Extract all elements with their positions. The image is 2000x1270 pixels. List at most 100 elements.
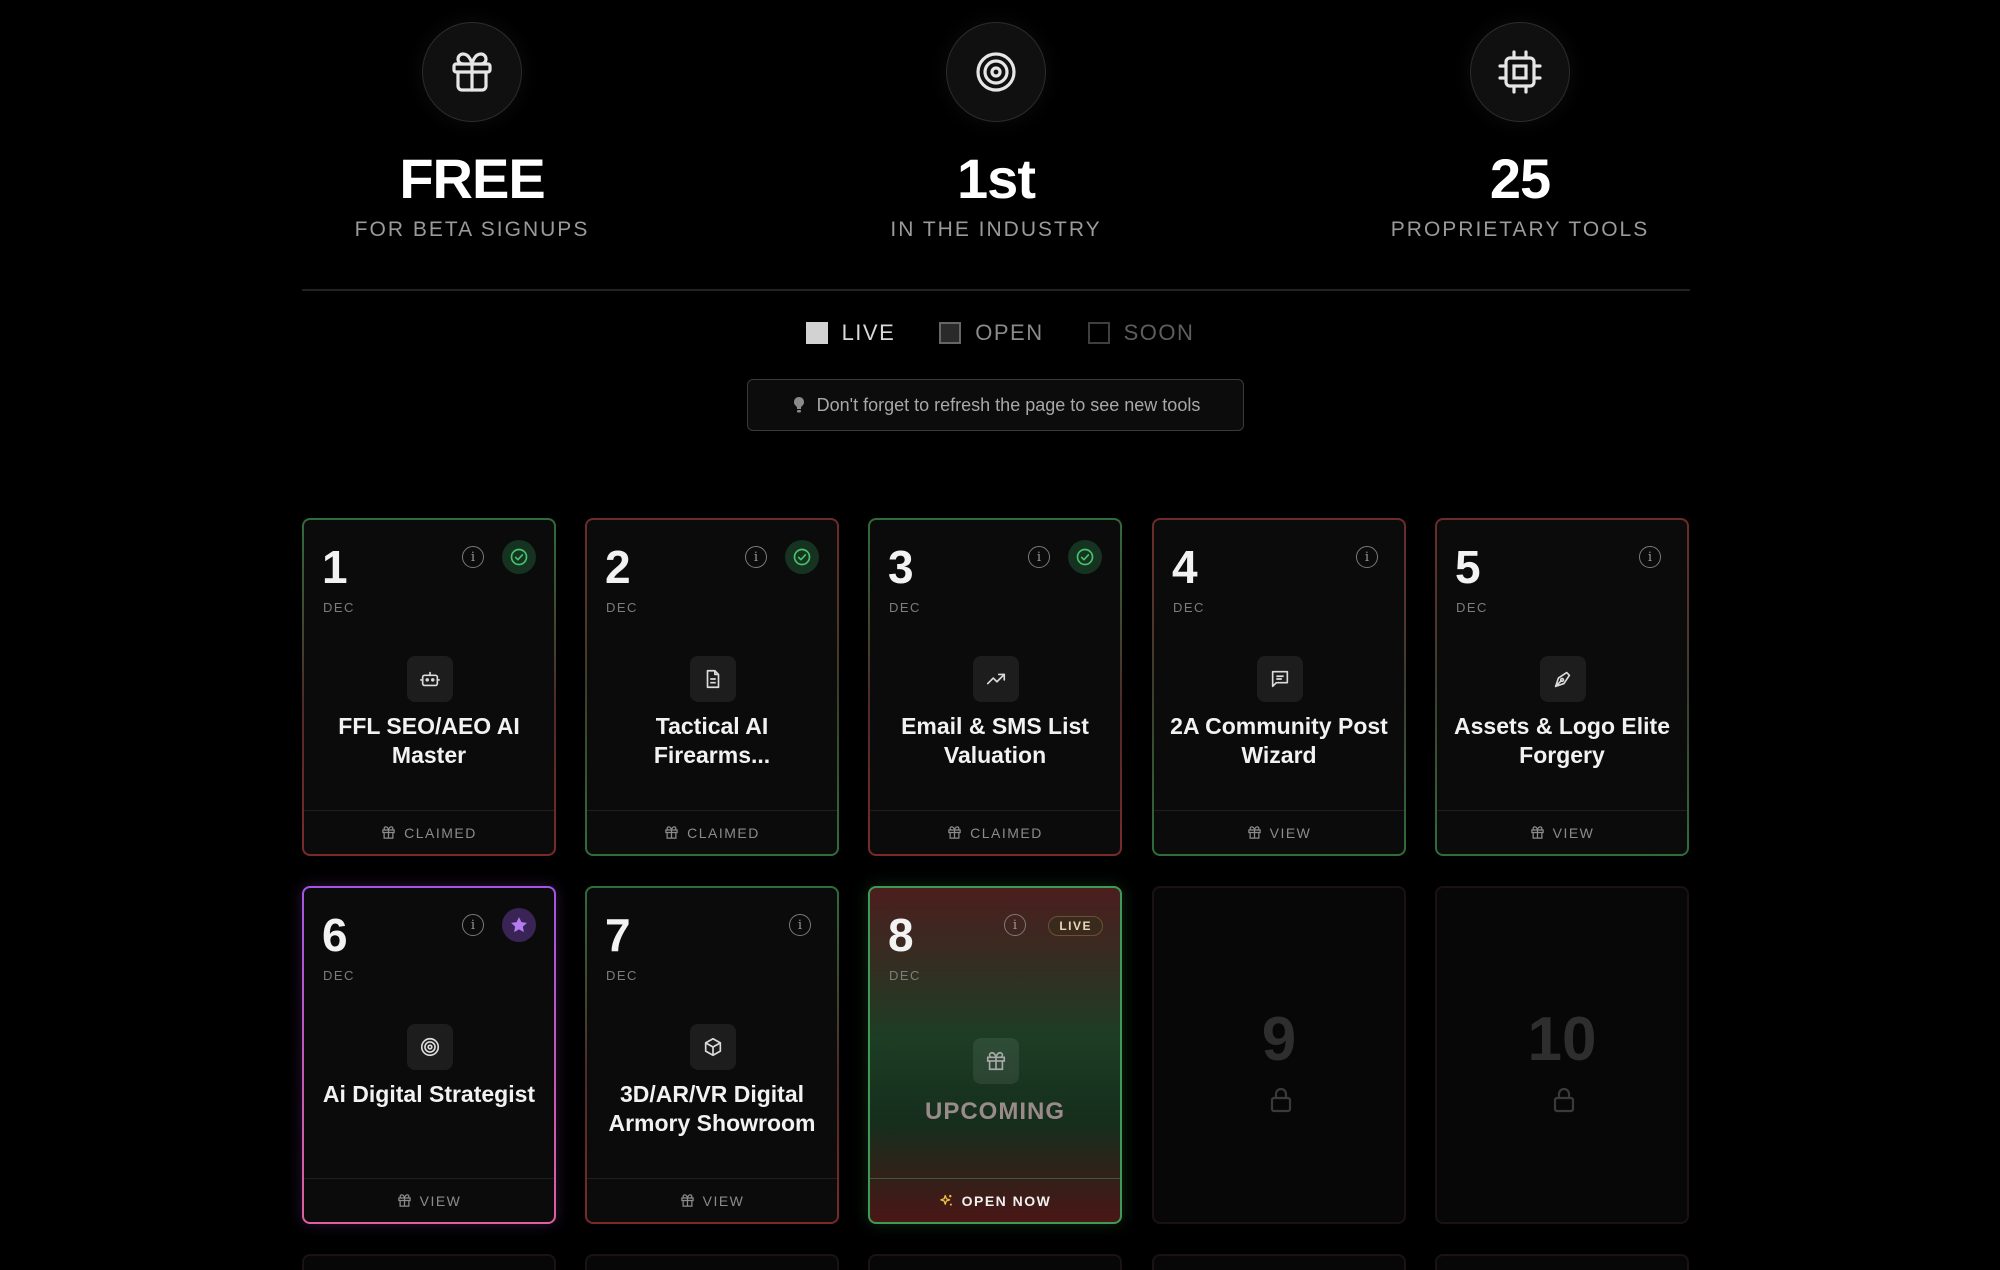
card-footer-claimed[interactable]: CLAIMED [587, 810, 837, 854]
card-footer-label: VIEW [1269, 824, 1312, 841]
card-footer-label: CLAIMED [687, 824, 760, 841]
gift-icon [422, 22, 522, 122]
stat-label: IN THE INDUSTRY [890, 218, 1102, 241]
pen-tool-icon [1540, 656, 1586, 702]
card-footer-view[interactable]: VIEW [304, 1178, 554, 1222]
lightbulb-icon [793, 397, 804, 413]
tool-card-1[interactable]: 1 DEC i FFL SEO/AEO AI Master CLAIMED [302, 518, 556, 856]
card-month: DEC [323, 600, 355, 615]
chip-icon [1470, 22, 1570, 122]
robot-icon [407, 656, 453, 702]
legend-live-label: LIVE [841, 320, 896, 345]
lock-icon [1553, 1087, 1575, 1113]
tool-card-8[interactable]: 8 DEC i LIVE UPCOMING OPEN NOW [868, 886, 1122, 1224]
card-day: 7 [605, 909, 631, 961]
trending-up-icon [973, 656, 1019, 702]
sparkles-icon [939, 1194, 952, 1206]
divider [302, 289, 1690, 291]
card-title: Assets & Logo Elite Forgery [1454, 713, 1670, 768]
target-icon [946, 22, 1046, 122]
stat-first: 1st IN THE INDUSTRY [826, 22, 1166, 242]
card-title: Ai Digital Strategist [322, 1081, 536, 1107]
refresh-notice-text: Don't forget to refresh the page to see … [816, 394, 1201, 415]
tool-card-6[interactable]: 6 DEC i Ai Digital Strategist VIEW [302, 886, 556, 1224]
tool-card-2[interactable]: 2 DEC i Tactical AI Firearms... CLAIMED [585, 518, 839, 856]
card-footer-label: VIEW [702, 1192, 745, 1209]
next-row-card [585, 1254, 839, 1270]
open-now-label: OPEN NOW [961, 1192, 1052, 1209]
card-footer-label: CLAIMED [970, 824, 1043, 841]
card-footer-view[interactable]: VIEW [1437, 810, 1687, 854]
card-footer-label: VIEW [419, 1192, 462, 1209]
gift-icon [948, 826, 961, 839]
stat-value: 1st [957, 147, 1036, 210]
stats-section: FREE FOR BETA SIGNUPS 1st IN THE INDUSTR… [302, 0, 1690, 246]
check-circle-icon [502, 540, 536, 574]
card-month: DEC [323, 968, 355, 983]
gift-icon [665, 826, 678, 839]
info-icon[interactable]: i [1004, 914, 1026, 936]
tool-card-7[interactable]: 7 DEC i 3D/AR/VR Digital Armory Showroom… [585, 886, 839, 1224]
next-row-card [1152, 1254, 1406, 1270]
card-day: 8 [888, 909, 914, 961]
card-title: Tactical AI Firearms... [653, 713, 771, 768]
card-title: 2A Community Post Wizard [1170, 713, 1388, 768]
star-icon [502, 908, 536, 942]
card-footer-claimed[interactable]: CLAIMED [304, 810, 554, 854]
status-legend: LIVE OPEN SOON [0, 320, 2000, 346]
card-title: FFL SEO/AEO AI Master [338, 713, 520, 768]
gift-icon [1247, 826, 1261, 839]
document-icon [690, 656, 736, 702]
card-month: DEC [606, 968, 638, 983]
upcoming-label: UPCOMING [925, 1098, 1065, 1125]
info-icon[interactable]: i [462, 914, 484, 936]
card-day: 6 [322, 909, 348, 961]
live-badge: LIVE [1048, 916, 1103, 936]
card-day: 1 [322, 541, 348, 593]
legend-live-swatch [805, 322, 828, 344]
tool-card-4[interactable]: 4 DEC i 2A Community Post Wizard VIEW [1152, 518, 1406, 856]
locked-day: 9 [1261, 1005, 1297, 1074]
open-now-button[interactable]: OPEN NOW [870, 1178, 1120, 1222]
info-icon[interactable]: i [1356, 546, 1378, 568]
card-month: DEC [1173, 600, 1205, 615]
card-footer-claimed[interactable]: CLAIMED [870, 810, 1120, 854]
gift-icon [973, 1038, 1019, 1084]
card-month: DEC [606, 600, 638, 615]
info-icon[interactable]: i [1028, 546, 1050, 568]
lock-icon [1270, 1087, 1292, 1113]
legend-live: LIVE [805, 320, 896, 346]
tool-card-5[interactable]: 5 DEC i Assets & Logo Elite Forgery VIEW [1435, 518, 1689, 856]
check-circle-icon [1068, 540, 1102, 574]
card-footer-label: CLAIMED [404, 824, 477, 841]
legend-soon: SOON [1087, 320, 1195, 346]
card-footer-view[interactable]: VIEW [587, 1178, 837, 1222]
legend-soon-label: SOON [1123, 320, 1195, 345]
locked-card-10: 10 [1435, 886, 1689, 1224]
card-day: 3 [888, 541, 914, 593]
card-day: 2 [605, 541, 631, 593]
legend-open-swatch [939, 322, 962, 344]
card-footer-view[interactable]: VIEW [1154, 810, 1404, 854]
info-icon[interactable]: i [1639, 546, 1661, 568]
target-icon [407, 1024, 453, 1070]
next-row-card [302, 1254, 556, 1270]
card-title: 3D/AR/VR Digital Armory Showroom [608, 1081, 816, 1136]
info-icon[interactable]: i [745, 546, 767, 568]
refresh-notice: Don't forget to refresh the page to see … [747, 379, 1244, 431]
gift-icon [397, 1194, 411, 1207]
cube-icon [690, 1024, 736, 1070]
stat-value: FREE [399, 147, 545, 210]
card-footer-label: VIEW [1552, 824, 1595, 841]
card-month: DEC [889, 968, 921, 983]
locked-day: 10 [1527, 1005, 1597, 1074]
info-icon[interactable]: i [462, 546, 484, 568]
check-circle-icon [785, 540, 819, 574]
stat-value: 25 [1489, 147, 1551, 210]
legend-soon-swatch [1087, 322, 1110, 344]
info-icon[interactable]: i [789, 914, 811, 936]
next-row-card [868, 1254, 1122, 1270]
gift-icon [680, 1194, 694, 1207]
legend-open: OPEN [939, 320, 1043, 346]
tool-card-3[interactable]: 3 DEC i Email & SMS List Valuation CLAIM… [868, 518, 1122, 856]
